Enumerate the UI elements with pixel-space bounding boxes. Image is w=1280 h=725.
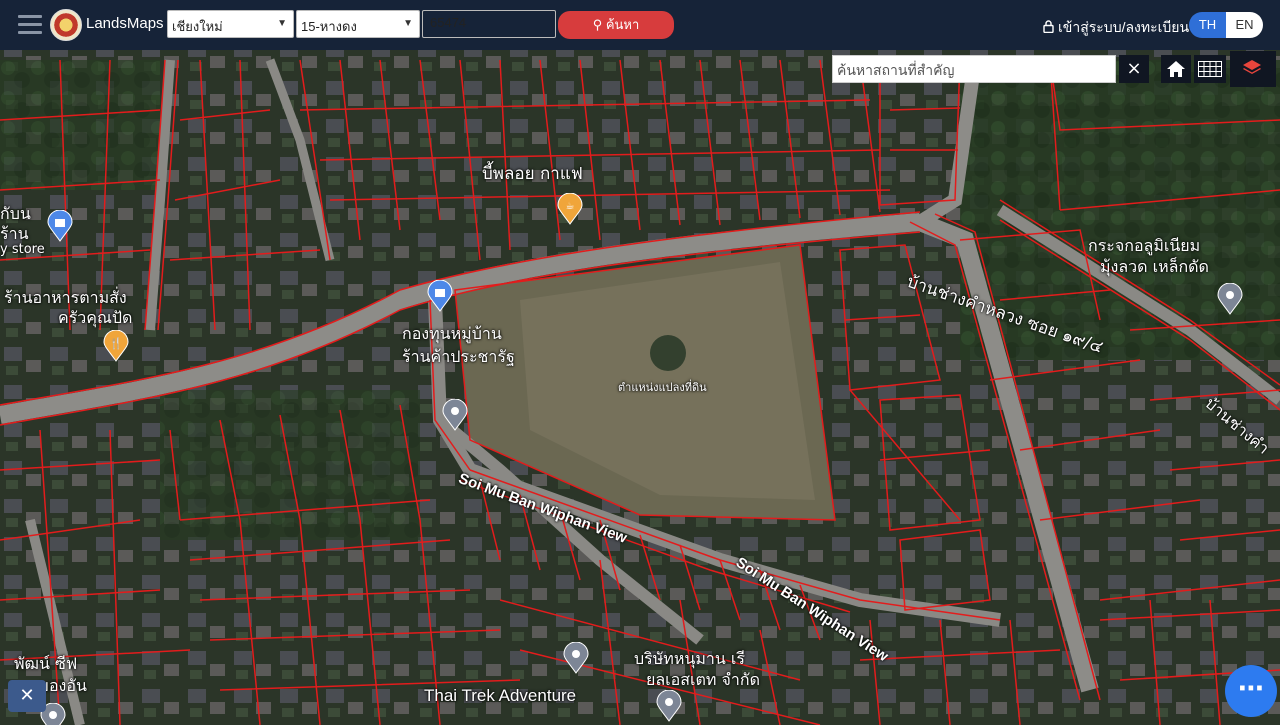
- dol-logo: [50, 9, 82, 41]
- search-button[interactable]: ⚲ ค้นหา: [558, 11, 674, 39]
- company-pin-icon[interactable]: [563, 642, 589, 674]
- cafe-label[interactable]: บี้พลอย กาแฟ: [482, 160, 583, 187]
- home-button[interactable]: [1161, 55, 1191, 83]
- grid-button[interactable]: [1194, 55, 1226, 83]
- province-value: เชียงใหม่: [172, 19, 223, 34]
- lang-en-button[interactable]: EN: [1226, 12, 1263, 38]
- shopping-pin-icon[interactable]: [427, 280, 453, 312]
- parcel-position-label: ตำแหน่งแปลงที่ดิน: [618, 381, 707, 394]
- home-icon: [1167, 61, 1185, 77]
- more-options-button[interactable]: ⋯: [1225, 665, 1277, 717]
- parcel-number-input[interactable]: 65474: [422, 10, 556, 38]
- aluminium-label-line2[interactable]: มุ้งลวด เหล็กดัด: [1100, 255, 1209, 280]
- place-search-input[interactable]: ค้นหาสถานที่สำคัญ: [832, 55, 1116, 83]
- search-icon: ⚲: [592, 17, 603, 32]
- restaurant-label-line2[interactable]: ครัวคุณปัด: [58, 306, 132, 331]
- shop-label-line1[interactable]: กองทุนหมู่บ้าน: [402, 322, 502, 347]
- restaurant-pin-icon[interactable]: 🍴: [103, 330, 129, 362]
- svg-text:☕: ☕: [566, 201, 575, 212]
- lock-icon: [1043, 20, 1054, 34]
- login-register-link[interactable]: เข้าสู่ระบบ/ลงทะเบียน: [1043, 17, 1189, 39]
- aluminium-pin-icon[interactable]: [1217, 283, 1243, 315]
- lang-th-button[interactable]: TH: [1189, 12, 1226, 38]
- cafe-pin-icon[interactable]: ☕: [557, 193, 583, 225]
- thai-trek-pin-icon[interactable]: [656, 690, 682, 722]
- svg-text:🍴: 🍴: [109, 337, 123, 350]
- search-button-label: ค้นหา: [605, 17, 640, 32]
- left-store-label-3[interactable]: y store: [0, 242, 45, 257]
- location-pin-icon[interactable]: [442, 399, 468, 431]
- tools-icon: ✕: [19, 685, 35, 706]
- layers-button[interactable]: [1230, 51, 1276, 87]
- top-navigation-bar: LandsMaps เชียงใหม่ ▼ 15-หางดง ▼ 65474 ⚲…: [0, 0, 1280, 50]
- login-label: เข้าสู่ระบบ/ลงทะเบียน: [1058, 19, 1190, 35]
- thai-trek-label[interactable]: Thai Trek Adventure: [424, 686, 576, 706]
- satellite-map[interactable]: บี้พลอย กาแฟ ร้านอาหารตามสั่ง ครัวคุณปัด…: [0, 50, 1280, 725]
- more-icon: ⋯: [1238, 674, 1264, 704]
- shop-label-line2[interactable]: ร้านค้าประชารัฐ: [402, 345, 515, 370]
- chevron-down-icon: ▼: [277, 18, 287, 29]
- measure-tools-button[interactable]: ✕: [8, 680, 46, 712]
- province-select[interactable]: เชียงใหม่ ▼: [167, 10, 294, 38]
- close-icon[interactable]: ×: [1119, 55, 1149, 83]
- menu-icon[interactable]: [18, 15, 42, 35]
- store-pin-icon[interactable]: [47, 210, 73, 242]
- app-title: LandsMaps: [86, 15, 164, 32]
- district-value: 15-หางดง: [301, 19, 357, 34]
- district-select[interactable]: 15-หางดง ▼: [296, 10, 420, 38]
- grid-icon: [1198, 61, 1222, 77]
- layers-icon: [1243, 60, 1261, 74]
- chevron-down-icon: ▼: [403, 18, 413, 29]
